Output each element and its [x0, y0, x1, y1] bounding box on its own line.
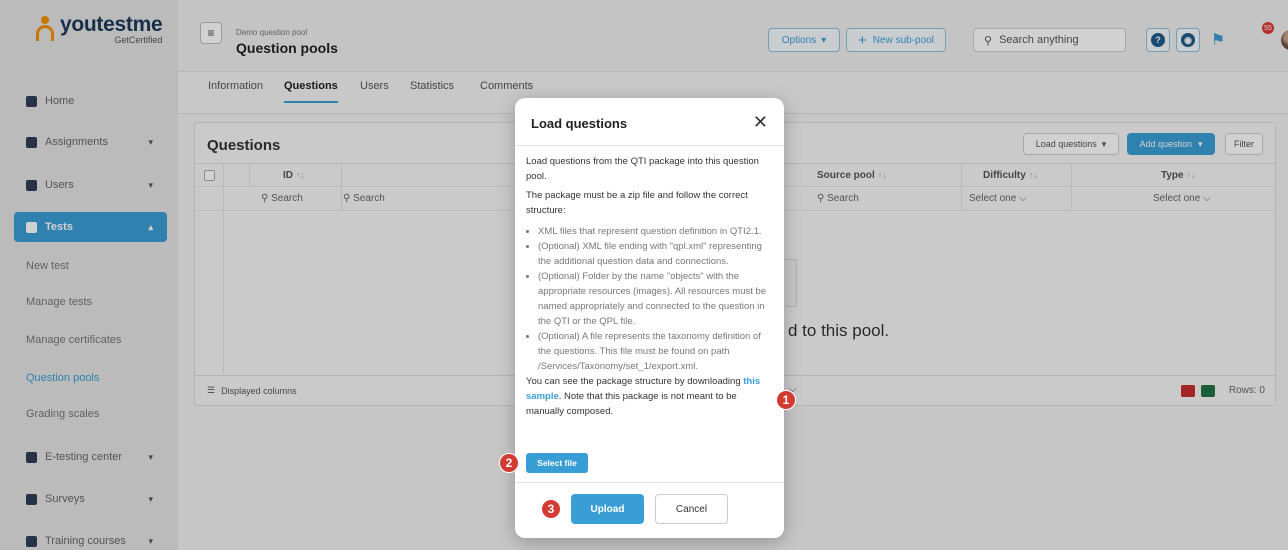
select-file-button[interactable]: Select file: [526, 453, 588, 473]
dialog-header: Load questions ✕: [515, 98, 784, 146]
step-marker-2: 2: [499, 453, 519, 473]
load-questions-dialog: Load questions ✕ Load questions from the…: [515, 98, 784, 538]
list-item: (Optional) Folder by the name "objects" …: [538, 269, 774, 329]
list-item: (Optional) XML file ending with "qpl.xml…: [538, 239, 774, 269]
dialog-body: Load questions from the QTI package into…: [526, 154, 774, 423]
list-item: (Optional) A file represents the taxonom…: [538, 329, 774, 374]
upload-button[interactable]: Upload: [571, 494, 644, 524]
list-item: XML files that represent question defini…: [538, 224, 774, 239]
sample-note: You can see the package structure by dow…: [526, 376, 761, 417]
dialog-title: Load questions: [531, 116, 628, 131]
close-icon[interactable]: ✕: [753, 112, 768, 133]
step-marker-3: 3: [541, 499, 561, 519]
dialog-intro: Load questions from the QTI package into…: [526, 156, 759, 182]
structure-note: The package must be a zip file and follo…: [526, 190, 748, 216]
dialog-footer-divider: [515, 482, 784, 483]
step-marker-1: 1: [776, 390, 796, 410]
structure-list: XML files that represent question defini…: [526, 224, 774, 374]
cancel-button[interactable]: Cancel: [655, 494, 728, 524]
